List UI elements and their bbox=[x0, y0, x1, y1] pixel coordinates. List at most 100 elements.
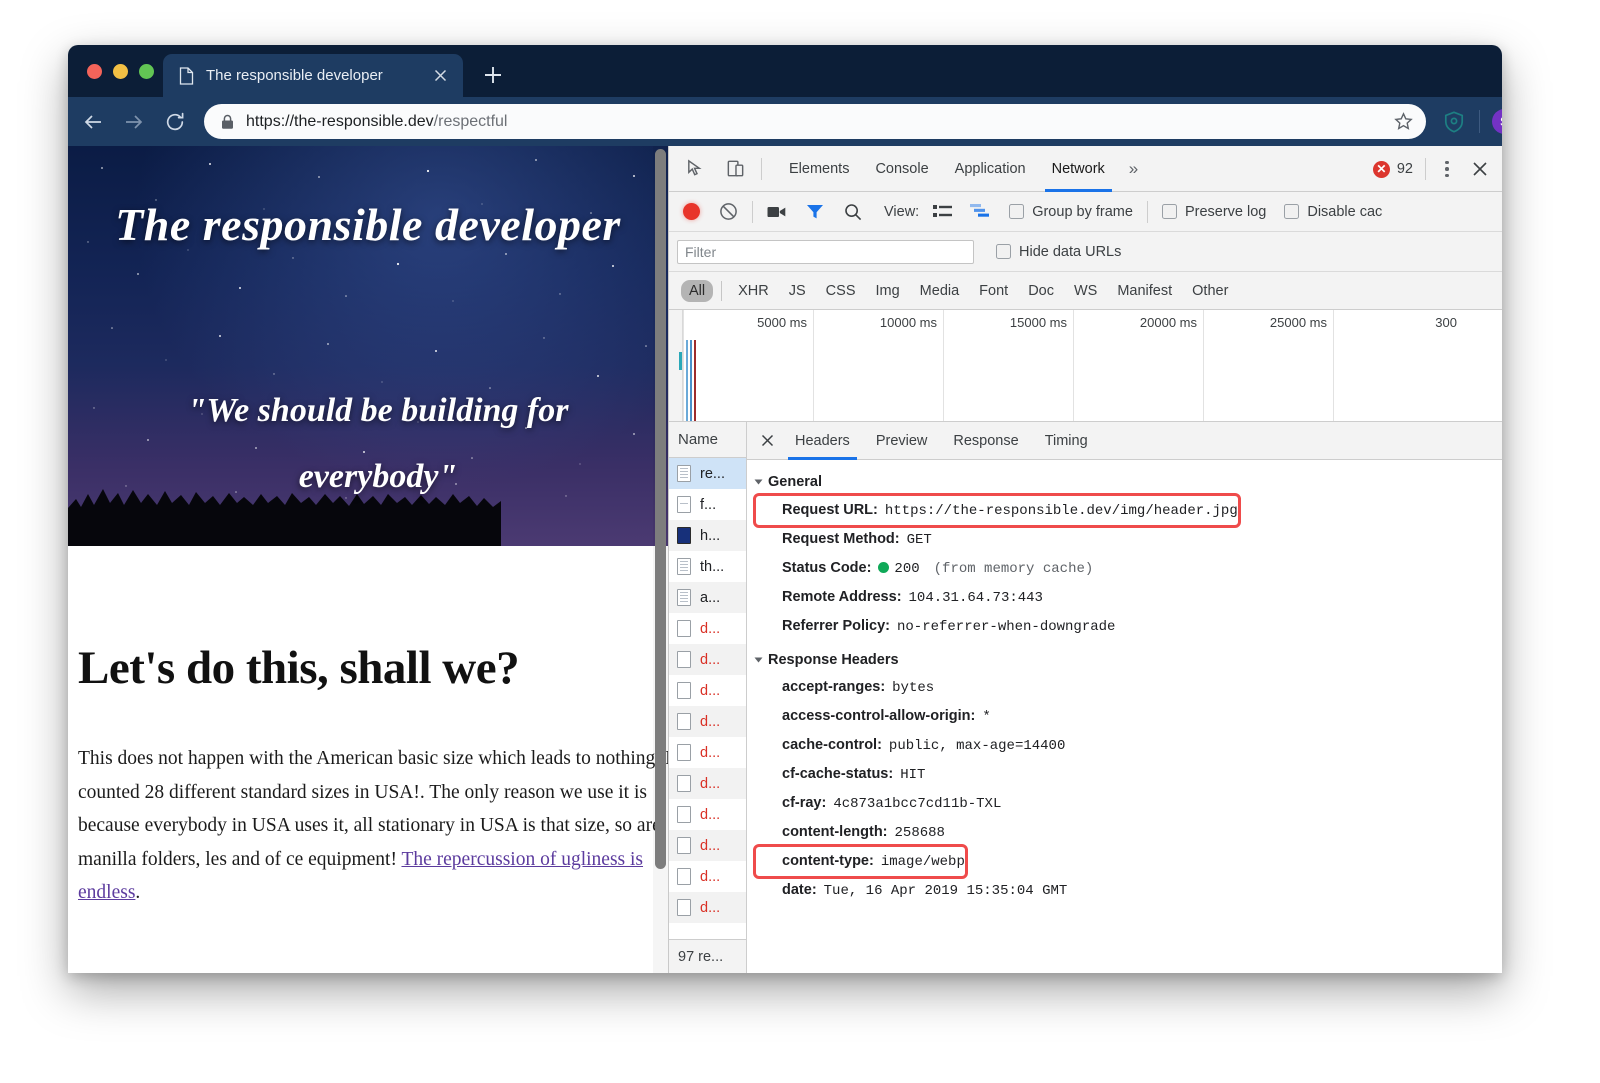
header-row-status-code: Status Code: 200 (from memory cache) bbox=[756, 554, 1502, 583]
status-code-value: 200 bbox=[894, 560, 920, 577]
hide-data-urls-checkbox-row[interactable]: Hide data URLs bbox=[996, 244, 1121, 260]
reload-icon[interactable] bbox=[164, 111, 186, 133]
column-header-name[interactable]: Name bbox=[669, 422, 746, 458]
page-scrollbar-thumb[interactable] bbox=[655, 149, 666, 869]
type-filter-ws[interactable]: WS bbox=[1066, 280, 1105, 302]
record-button[interactable] bbox=[683, 203, 700, 220]
filter-input[interactable] bbox=[677, 239, 974, 264]
table-row[interactable]: f... bbox=[669, 489, 746, 520]
resource-blank-icon bbox=[677, 682, 691, 699]
tab-console[interactable]: Console bbox=[862, 146, 941, 192]
header-value: Tue, 16 Apr 2019 15:35:04 GMT bbox=[823, 883, 1068, 899]
type-filter-img[interactable]: Img bbox=[868, 280, 908, 302]
type-filter-doc[interactable]: Doc bbox=[1020, 280, 1062, 302]
address-bar[interactable]: https://the-responsible.dev/respectful bbox=[204, 104, 1426, 139]
table-row[interactable]: d... bbox=[669, 706, 746, 737]
avatar[interactable]: S bbox=[1492, 109, 1502, 134]
timeline-tick-20000: 20000 ms bbox=[1073, 310, 1203, 421]
chevron-down-icon bbox=[754, 657, 763, 663]
close-details-icon[interactable] bbox=[759, 432, 776, 449]
table-row[interactable]: a... bbox=[669, 582, 746, 613]
tab-elements[interactable]: Elements bbox=[776, 146, 862, 192]
header-value: image/webp bbox=[880, 854, 965, 870]
table-row[interactable]: d... bbox=[669, 861, 746, 892]
hide-data-urls-checkbox[interactable] bbox=[996, 244, 1011, 259]
forward-icon[interactable] bbox=[123, 111, 145, 133]
request-name: th... bbox=[700, 558, 725, 575]
network-timeline-overview[interactable]: 5000 ms 10000 ms 15000 ms 20000 ms 25000… bbox=[669, 310, 1502, 422]
capture-screenshots-icon[interactable] bbox=[767, 204, 786, 220]
view-waterfall-icon[interactable] bbox=[969, 203, 991, 220]
tab-preview[interactable]: Preview bbox=[863, 422, 941, 460]
view-list-icon[interactable] bbox=[933, 204, 953, 219]
bookmark-star-icon[interactable] bbox=[1394, 112, 1413, 131]
type-filter-css[interactable]: CSS bbox=[818, 280, 864, 302]
type-filter-media[interactable]: Media bbox=[912, 280, 968, 302]
header-key: cf-ray: bbox=[782, 795, 827, 811]
tab-close-icon[interactable] bbox=[432, 67, 449, 84]
table-row[interactable]: d... bbox=[669, 768, 746, 799]
window-maximize-button[interactable] bbox=[139, 64, 154, 79]
request-list[interactable]: re... f... h... th... a... d... d... d..… bbox=[669, 458, 746, 939]
group-by-frame-checkbox-row[interactable]: Group by frame bbox=[1009, 204, 1133, 220]
page-title: The responsible developer bbox=[115, 199, 621, 250]
disable-cache-checkbox-row[interactable]: Disable cac bbox=[1284, 204, 1382, 220]
header-value: 258688 bbox=[894, 825, 945, 841]
request-name-column: Name re... f... h... th... a... d... d..… bbox=[669, 422, 747, 973]
new-tab-button[interactable] bbox=[482, 64, 504, 86]
type-filter-xhr[interactable]: XHR bbox=[730, 280, 777, 302]
search-icon[interactable] bbox=[844, 203, 862, 221]
table-row[interactable]: th... bbox=[669, 551, 746, 582]
header-key: Request Method: bbox=[782, 530, 900, 547]
header-row-content-length: content-length: 258688 bbox=[756, 818, 1502, 847]
tab-timing[interactable]: Timing bbox=[1032, 422, 1101, 460]
preserve-log-checkbox[interactable] bbox=[1161, 204, 1177, 219]
browser-tab[interactable]: The responsible developer bbox=[163, 54, 463, 97]
table-row[interactable]: d... bbox=[669, 799, 746, 830]
preserve-log-checkbox-row[interactable]: Preserve log bbox=[1161, 204, 1266, 220]
table-row[interactable]: d... bbox=[669, 737, 746, 768]
devtools-menu-icon[interactable] bbox=[1438, 160, 1456, 178]
resource-doc-icon bbox=[677, 465, 691, 482]
type-filter-other[interactable]: Other bbox=[1184, 280, 1236, 302]
tab-application[interactable]: Application bbox=[942, 146, 1039, 192]
window-close-button[interactable] bbox=[87, 64, 102, 79]
filter-icon[interactable] bbox=[806, 203, 824, 220]
request-details-pane: Headers Preview Response Timing General bbox=[747, 422, 1502, 973]
type-filter-manifest[interactable]: Manifest bbox=[1109, 280, 1180, 302]
close-devtools-icon[interactable] bbox=[1470, 159, 1490, 179]
tab-response[interactable]: Response bbox=[940, 422, 1031, 460]
more-tabs-icon[interactable]: » bbox=[1118, 159, 1149, 179]
table-row[interactable]: h... bbox=[669, 520, 746, 551]
tab-network[interactable]: Network bbox=[1039, 146, 1118, 192]
device-toolbar-icon[interactable] bbox=[723, 157, 747, 181]
type-filter-all[interactable]: All bbox=[681, 279, 714, 302]
header-key: Referrer Policy: bbox=[782, 617, 890, 634]
table-row[interactable]: d... bbox=[669, 675, 746, 706]
group-by-frame-checkbox[interactable] bbox=[1009, 204, 1025, 219]
table-row[interactable]: d... bbox=[669, 644, 746, 675]
response-headers-section-header[interactable]: Response Headers bbox=[754, 652, 1502, 668]
disable-cache-checkbox[interactable] bbox=[1284, 204, 1300, 219]
type-filter-font[interactable]: Font bbox=[971, 280, 1016, 302]
table-row[interactable]: d... bbox=[669, 613, 746, 644]
table-row[interactable]: re... bbox=[669, 458, 746, 489]
type-filter-js[interactable]: JS bbox=[781, 280, 814, 302]
table-row[interactable]: d... bbox=[669, 830, 746, 861]
timeline-tick-15000: 15000 ms bbox=[943, 310, 1073, 421]
tab-headers[interactable]: Headers bbox=[782, 422, 863, 460]
network-toolbar-divider-1 bbox=[752, 200, 753, 223]
clear-icon[interactable] bbox=[719, 202, 738, 221]
window-minimize-button[interactable] bbox=[113, 64, 128, 79]
extension-shield-icon[interactable] bbox=[1442, 110, 1466, 134]
back-icon[interactable] bbox=[82, 111, 104, 133]
table-row[interactable]: d... bbox=[669, 892, 746, 923]
resource-blank-icon bbox=[677, 837, 691, 854]
inspect-element-icon[interactable] bbox=[683, 157, 707, 181]
page-scrollbar-track[interactable] bbox=[653, 146, 668, 973]
request-name: re... bbox=[700, 465, 725, 482]
resource-blank-icon bbox=[677, 806, 691, 823]
request-name: h... bbox=[700, 527, 721, 544]
general-section-header[interactable]: General bbox=[754, 475, 1502, 490]
error-badge[interactable]: ✕ 92 bbox=[1372, 160, 1413, 178]
